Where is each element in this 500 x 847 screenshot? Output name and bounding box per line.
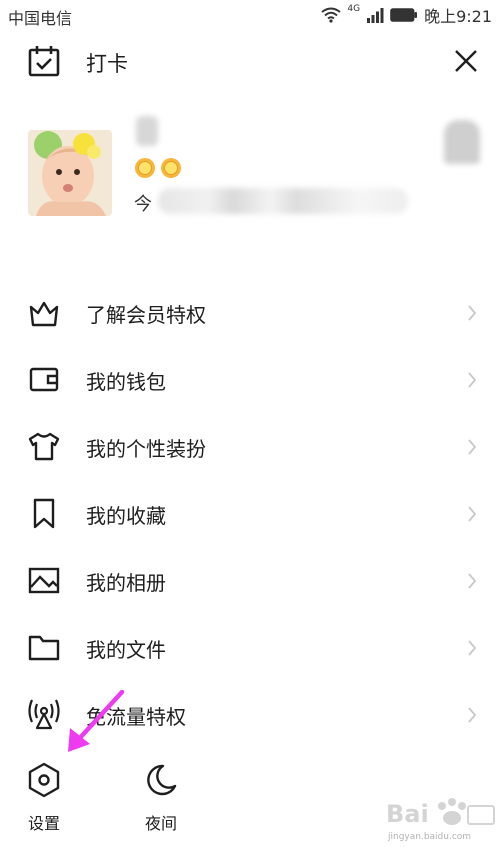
header: 打卡 bbox=[0, 36, 500, 86]
status-bar: 中国电信 4G 晚上9:21 bbox=[0, 0, 500, 30]
settings-hexagon-icon bbox=[28, 762, 60, 798]
night-mode-label: 夜间 bbox=[144, 814, 177, 833]
menu-item-label: 我的相册 bbox=[86, 571, 166, 595]
menu-item-files[interactable]: 我的文件 bbox=[0, 614, 500, 681]
profile-card[interactable]: 今 bbox=[0, 110, 500, 230]
chevron-right-icon bbox=[468, 372, 477, 388]
menu-item-label: 我的钱包 bbox=[86, 370, 166, 394]
status-icons: 4G 晚上9:21 bbox=[321, 4, 492, 26]
chevron-right-icon bbox=[468, 573, 477, 589]
menu-item-vip-privileges[interactable]: 了解会员特权 bbox=[0, 279, 500, 346]
settings-button[interactable]: 设置 bbox=[9, 762, 79, 833]
menu-item-album[interactable]: 我的相册 bbox=[0, 547, 500, 614]
network-type: 4G bbox=[347, 4, 361, 14]
settings-label: 设置 bbox=[27, 814, 60, 833]
menu-item-label: 我的个性装扮 bbox=[86, 437, 206, 461]
night-mode-button[interactable]: 夜间 bbox=[126, 762, 196, 833]
sun-badge-icon bbox=[161, 158, 181, 178]
calendar-check-icon[interactable] bbox=[27, 44, 61, 78]
menu-item-label: 我的收藏 bbox=[86, 504, 166, 528]
menu-item-label: 了解会员特权 bbox=[86, 303, 206, 327]
carrier-name: 中国电信 bbox=[8, 9, 73, 28]
antenna-icon bbox=[28, 699, 60, 730]
wallet-icon bbox=[29, 367, 59, 392]
annotation-arrow bbox=[68, 690, 125, 752]
drawer-menu: 了解会员特权 我的钱包 我的个性装扮 我的收藏 我的相册 我的文件 免流量特权 bbox=[0, 279, 500, 748]
checkin-label[interactable]: 打卡 bbox=[86, 48, 128, 78]
blurred-nickname bbox=[136, 116, 158, 146]
chevron-right-icon bbox=[468, 640, 477, 656]
watermark-url: jingyan.baidu.com bbox=[388, 832, 472, 842]
moon-icon bbox=[147, 764, 177, 796]
menu-item-label: 我的文件 bbox=[86, 638, 166, 662]
menu-item-personalization[interactable]: 我的个性装扮 bbox=[0, 413, 500, 480]
folder-icon bbox=[28, 635, 60, 661]
bookmark-icon bbox=[33, 498, 55, 529]
menu-item-wallet[interactable]: 我的钱包 bbox=[0, 346, 500, 413]
blurred-avatar-right[interactable] bbox=[444, 120, 480, 164]
close-icon[interactable] bbox=[453, 48, 479, 74]
clock: 晚上9:21 bbox=[424, 7, 492, 26]
level-badges bbox=[134, 157, 182, 179]
sun-badge-icon bbox=[135, 158, 155, 178]
photo-icon bbox=[28, 567, 60, 594]
chevron-right-icon bbox=[468, 305, 477, 321]
chevron-right-icon bbox=[468, 506, 477, 522]
tshirt-icon bbox=[28, 432, 60, 461]
watermark-text: Bai bbox=[386, 800, 429, 828]
crown-icon bbox=[29, 301, 59, 327]
avatar[interactable] bbox=[28, 130, 112, 216]
chevron-right-icon bbox=[468, 439, 477, 455]
blurred-greeting bbox=[158, 188, 408, 214]
menu-item-favorites[interactable]: 我的收藏 bbox=[0, 480, 500, 547]
signal-icon bbox=[367, 8, 384, 23]
wifi-icon bbox=[321, 7, 341, 23]
greeting-text: 今 bbox=[134, 194, 152, 215]
chevron-right-icon bbox=[468, 707, 477, 723]
battery-icon bbox=[390, 8, 418, 22]
